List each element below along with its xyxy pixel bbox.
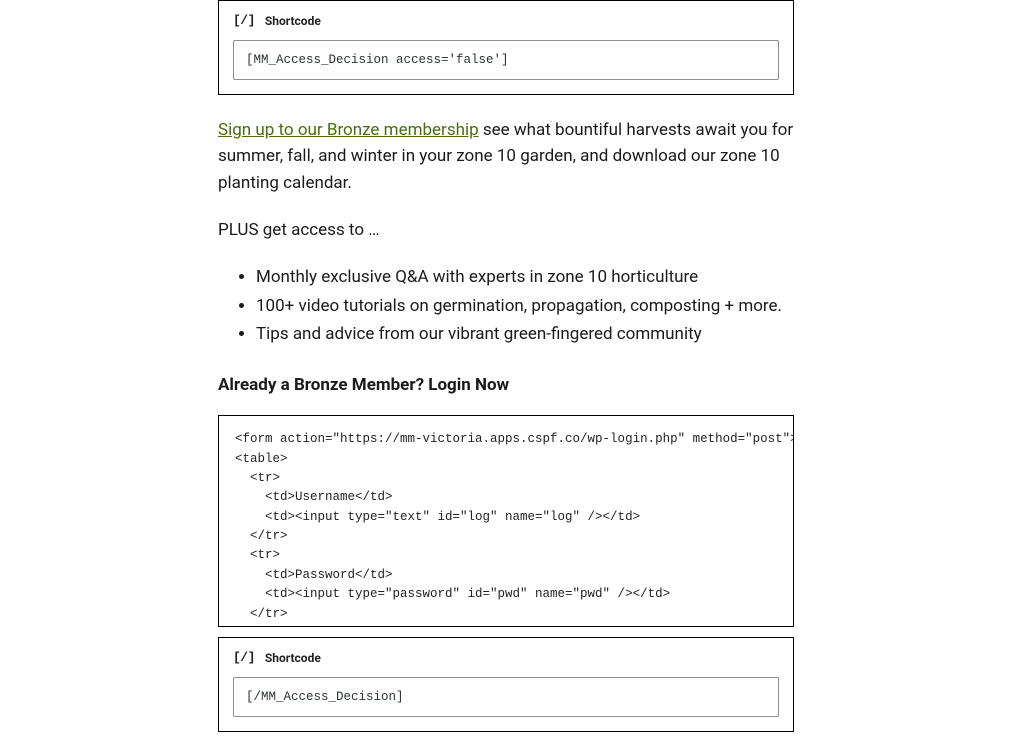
- list-item: Monthly exclusive Q&A with experts in zo…: [256, 264, 794, 290]
- shortcode-label: Shortcode: [265, 14, 321, 28]
- code-block[interactable]: <form action="https://mm-victoria.apps.c…: [218, 415, 794, 627]
- shortcode-block-header: [/] Shortcode: [233, 13, 779, 28]
- shortcode-input[interactable]: [MM_Access_Decision access='false']: [233, 40, 779, 80]
- shortcode-label: Shortcode: [265, 651, 321, 665]
- signup-link[interactable]: Sign up to our Bronze membership: [218, 120, 479, 140]
- shortcode-block[interactable]: [/] Shortcode [MM_Access_Decision access…: [218, 0, 794, 95]
- benefits-list: Monthly exclusive Q&A with experts in zo…: [218, 264, 794, 347]
- shortcode-input[interactable]: [/MM_Access_Decision]: [233, 677, 779, 717]
- access-intro: PLUS get access to …: [218, 220, 794, 240]
- list-item: Tips and advice from our vibrant green-f…: [256, 321, 794, 347]
- shortcode-icon: [/]: [233, 13, 255, 28]
- signup-paragraph: Sign up to our Bronze membership see wha…: [218, 117, 794, 196]
- shortcode-icon: [/]: [233, 650, 255, 665]
- list-item: 100+ video tutorials on germination, pro…: [256, 293, 794, 319]
- shortcode-block[interactable]: [/] Shortcode [/MM_Access_Decision]: [218, 637, 794, 732]
- shortcode-block-header: [/] Shortcode: [233, 650, 779, 665]
- login-heading: Already a Bronze Member? Login Now: [218, 375, 794, 395]
